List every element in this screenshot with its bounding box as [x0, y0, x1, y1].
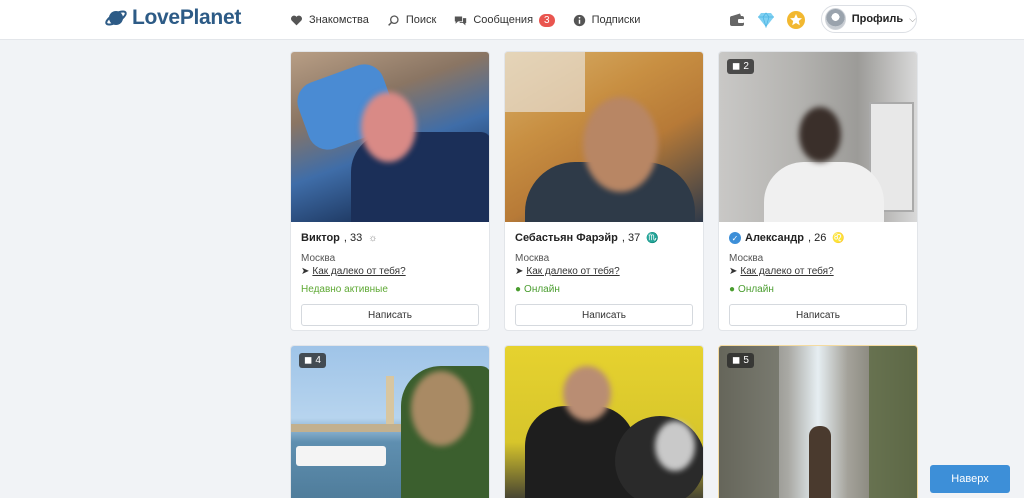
distance-link[interactable]: Как далеко от тебя? [312, 266, 405, 277]
camera-icon: ◼ [304, 355, 313, 366]
profile-card[interactable]: Виктор, 33 ☼ Москва ➤ Как далеко от тебя?… [290, 51, 490, 331]
planet-logo-icon [105, 10, 127, 26]
profile-photo[interactable] [505, 346, 703, 498]
verified-icon: ✓ [729, 232, 741, 244]
write-button[interactable]: Написать [729, 304, 907, 326]
logo[interactable]: LovePlanet [104, 6, 241, 30]
profile-age: , 26 [807, 232, 827, 244]
activity-status: Онлайн [738, 284, 774, 295]
nav-search[interactable]: Поиск [387, 14, 436, 27]
photo-count-badge: ◼ 4 [299, 353, 326, 368]
activity-status: Недавно активные [301, 284, 388, 295]
apple-icon: ● [729, 284, 736, 295]
top-header: LovePlanet Знакомства Поиск Сообщения 3 … [0, 0, 1024, 40]
profile-age: , 37 [621, 232, 641, 244]
blurred-face [655, 421, 695, 471]
blurred-face [583, 97, 658, 192]
profile-card[interactable]: ◼ 5 [718, 345, 918, 498]
chevron-down-icon: ⌵ [909, 13, 916, 24]
profile-card[interactable]: ◼ 2 ✓ Александр, 26 ♌ Москва ➤ Как далеко … [718, 51, 918, 331]
avatar [825, 8, 846, 30]
profile-name[interactable]: Себастьян Фарэйр [515, 232, 618, 244]
camera-icon: ◼ [732, 355, 741, 366]
write-button[interactable]: Написать [301, 304, 479, 326]
blurred-face [799, 107, 841, 162]
profile-city: Москва [515, 253, 550, 264]
messages-count-badge: 3 [539, 13, 555, 27]
photo-count-badge: ◼ 5 [727, 353, 754, 368]
profile-photo[interactable]: ◼ 2 [719, 52, 917, 222]
info-icon [573, 14, 585, 26]
zodiac-icon: ☼ [368, 232, 378, 244]
profile-photo[interactable] [505, 52, 703, 222]
profile-name[interactable]: Виктор [301, 232, 340, 244]
profile-photo[interactable] [291, 52, 489, 222]
nav-subscriptions-label: Подписки [591, 14, 641, 26]
profile-photo[interactable]: ◼ 4 [291, 346, 489, 498]
search-icon [387, 14, 399, 26]
distance-link[interactable]: Как далеко от тебя? [526, 266, 619, 277]
messages-icon [455, 15, 467, 25]
blurred-face [563, 366, 611, 421]
nav-dating-label: Знакомства [309, 14, 369, 26]
nav-messages[interactable]: Сообщения 3 [454, 13, 555, 27]
main-nav: Знакомства Поиск Сообщения 3 Подписки [290, 0, 658, 40]
profile-menu[interactable]: Профиль ⌵ [821, 5, 917, 33]
blurred-face [361, 92, 416, 162]
profile-name[interactable]: Александр [745, 232, 804, 244]
profile-photo[interactable]: ◼ 5 [719, 346, 917, 498]
camera-icon: ◼ [732, 61, 741, 72]
nav-messages-label: Сообщения [473, 14, 534, 26]
profile-city: Москва [729, 253, 764, 264]
zodiac-icon: ♌ [832, 232, 845, 244]
distance-link[interactable]: Как далеко от тебя? [740, 266, 833, 277]
profile-card[interactable]: ◼ 4 [290, 345, 490, 498]
profile-city: Москва [301, 253, 336, 264]
location-arrow-icon: ➤ [301, 266, 310, 277]
blurred-face [411, 371, 471, 446]
location-arrow-icon: ➤ [729, 266, 738, 277]
android-icon: ● [515, 284, 522, 295]
profile-age: , 33 [343, 232, 363, 244]
activity-status: Онлайн [524, 284, 560, 295]
profile-card[interactable]: Себастьян Фарэйр, 37 ♏ Москва ➤ Как далек… [504, 51, 704, 331]
heart-icon [291, 15, 302, 25]
scroll-to-top-button[interactable]: Наверх [930, 465, 1010, 493]
profile-label: Профиль [851, 13, 904, 25]
nav-subscriptions[interactable]: Подписки [573, 14, 641, 27]
zodiac-icon: ♏ [646, 232, 659, 244]
logo-text: LovePlanet [132, 6, 242, 29]
wallet-icon[interactable] [727, 10, 747, 30]
diamond-icon[interactable] [756, 10, 776, 30]
write-button[interactable]: Написать [515, 304, 693, 326]
nav-search-label: Поиск [405, 14, 437, 26]
location-arrow-icon: ➤ [515, 266, 524, 277]
profile-card[interactable] [504, 345, 704, 498]
photo-count-badge: ◼ 2 [727, 59, 754, 74]
star-icon[interactable] [786, 10, 806, 30]
nav-dating[interactable]: Знакомства [290, 14, 369, 27]
